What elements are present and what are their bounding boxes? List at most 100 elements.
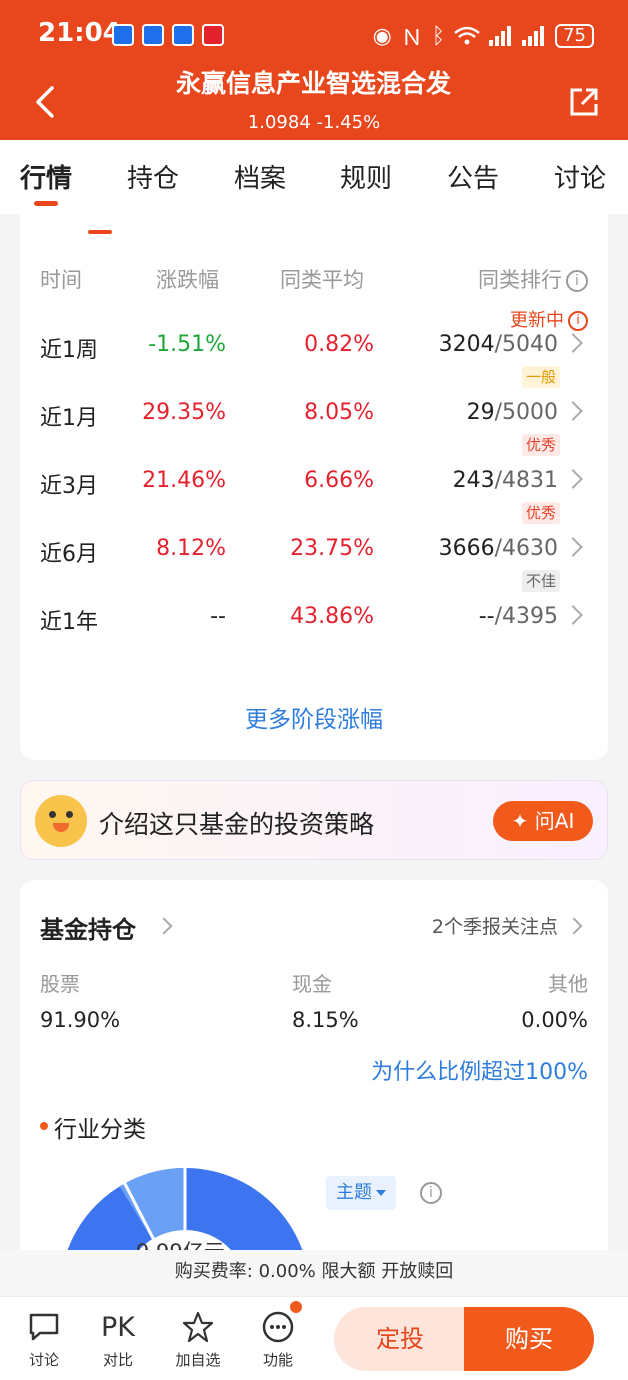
column-header-rank[interactable]: 同类排行 i <box>478 264 588 294</box>
rating-badge: 不佳 <box>521 570 560 592</box>
row-period: 近3月 <box>40 474 98 499</box>
ask-ai-button[interactable]: ✦ 问AI <box>493 801 593 841</box>
app-header: 21:04 ◉ Ｎ ᛒ 75 永赢信息产业智选混合发 1.0984 -1.45% <box>0 0 628 140</box>
theme-dropdown[interactable]: 主题 <box>326 1176 396 1210</box>
buy-button[interactable]: 购买 <box>464 1307 594 1371</box>
rank-total: /4630 <box>494 536 558 561</box>
rank-value: 29 <box>466 400 495 425</box>
row-change: -1.51% <box>148 332 226 357</box>
info-icon[interactable]: i <box>568 311 588 331</box>
why-over-100-link[interactable]: 为什么比例超过100% <box>371 1054 588 1086</box>
row-period: 近1年 <box>40 610 98 635</box>
share-icon[interactable] <box>568 86 600 118</box>
column-header-change: 涨跌幅 <box>156 268 219 292</box>
chevron-right-icon[interactable] <box>565 917 583 935</box>
purchase-fee-bar: 购买费率: 0.00% 限大额 开放赎回 <box>0 1250 628 1296</box>
tab-holdings[interactable]: 持仓 <box>127 158 179 195</box>
bluetooth-icon: ᛒ <box>431 23 446 49</box>
compare-label: 对比 <box>102 1351 133 1369</box>
sip-button[interactable]: 定投 <box>334 1307 466 1371</box>
rating-badge: 优秀 <box>521 434 560 456</box>
row-change: 21.46% <box>142 468 226 493</box>
row-change: 29.35% <box>142 400 226 425</box>
table-row[interactable]: 近6月 8.12% 23.75% 3666/4630 不佳 <box>20 536 608 604</box>
table-row[interactable]: 近1周 -1.51% 0.82% 3204/5040 一般 <box>20 332 608 400</box>
row-rank: --/4395 <box>479 604 558 629</box>
fund-nav: 1.0984 -1.45% <box>247 112 381 133</box>
chevron-right-icon <box>563 469 583 489</box>
info-icon[interactable]: i <box>566 270 588 292</box>
rank-value: 243 <box>452 468 495 493</box>
column-header-rank-label: 同类排行 <box>478 268 562 292</box>
rank-value: 3666 <box>438 536 495 561</box>
ai-strategy-card[interactable]: 介绍这只基金的投资策略 ✦ 问AI <box>20 780 608 860</box>
app-notification-icon <box>172 24 194 46</box>
notification-dot <box>290 1301 302 1313</box>
status-time: 21:04 <box>38 18 121 48</box>
tab-announcements[interactable]: 公告 <box>447 158 499 195</box>
holdings-title[interactable]: 基金持仓 <box>40 910 136 945</box>
quarter-report-link[interactable]: 2个季报关注点 <box>432 912 558 939</box>
signal-icon <box>522 26 545 46</box>
bottom-action-bar: 讨论 PK 对比 加自选 功能 定投 购买 <box>0 1296 628 1380</box>
chevron-right-icon <box>563 605 583 625</box>
more-icon <box>248 1307 308 1347</box>
ask-ai-label: 问AI <box>534 809 575 833</box>
row-average: 23.75% <box>290 536 374 561</box>
allocation-label-other: 其他 <box>548 972 588 996</box>
caret-down-icon <box>376 1190 386 1196</box>
tab-indicator <box>34 201 58 206</box>
nfc-icon: Ｎ <box>400 26 423 51</box>
functions-button[interactable]: 功能 <box>248 1301 308 1370</box>
eye-icon: ◉ <box>372 23 392 49</box>
compare-button[interactable]: PK 对比 <box>88 1307 148 1370</box>
updating-status[interactable]: 更新中 i <box>510 306 588 332</box>
bullet-dot <box>40 1122 48 1130</box>
table-row[interactable]: 近3月 21.46% 6.66% 243/4831 优秀 <box>20 468 608 536</box>
table-row[interactable]: 近1月 29.35% 8.05% 29/5000 优秀 <box>20 400 608 468</box>
subtab-indicator <box>88 230 112 234</box>
ai-prompt-text: 介绍这只基金的投资策略 <box>99 810 375 839</box>
rank-total: /4395 <box>494 604 558 629</box>
add-watchlist-button[interactable]: 加自选 <box>168 1307 228 1370</box>
sparkle-icon: ✦ <box>511 809 529 833</box>
tab-market[interactable]: 行情 <box>20 158 72 195</box>
info-icon[interactable]: i <box>420 1182 442 1204</box>
row-average: 8.05% <box>304 400 374 425</box>
row-period: 近1月 <box>40 406 98 431</box>
rank-total: /5040 <box>494 332 558 357</box>
allocation-label-cash: 现金 <box>292 972 332 996</box>
row-average: 6.66% <box>304 468 374 493</box>
more-periods-link[interactable]: 更多阶段涨幅 <box>20 700 608 734</box>
chevron-right-icon[interactable] <box>155 917 173 935</box>
add-watchlist-label: 加自选 <box>175 1351 221 1369</box>
tab-profile[interactable]: 档案 <box>234 158 286 195</box>
chat-icon <box>14 1307 74 1347</box>
functions-label: 功能 <box>262 1351 293 1369</box>
app-notification-icon <box>112 24 134 46</box>
mascot-icon <box>35 795 87 847</box>
wifi-icon <box>454 26 480 45</box>
updating-label: 更新中 <box>510 310 564 331</box>
discussion-label: 讨论 <box>28 1351 59 1369</box>
rating-badge: 优秀 <box>521 502 560 524</box>
chevron-right-icon <box>563 537 583 557</box>
rank-total: /5000 <box>494 400 558 425</box>
rank-value: 3204 <box>438 332 495 357</box>
discussion-button[interactable]: 讨论 <box>14 1307 74 1370</box>
allocation-label-stock: 股票 <box>40 972 80 996</box>
chevron-right-icon <box>563 333 583 353</box>
tab-rules[interactable]: 规则 <box>340 158 392 195</box>
allocation-value-other: 0.00% <box>521 1008 588 1032</box>
status-bar: 21:04 ◉ Ｎ ᛒ 75 <box>0 0 628 58</box>
battery-indicator: 75 <box>555 24 594 48</box>
pk-icon: PK <box>101 1311 135 1343</box>
row-rank: 29/5000 <box>467 400 558 425</box>
table-row[interactable]: 近1年 -- 43.86% --/4395 <box>20 604 608 672</box>
column-header-period: 时间 <box>40 268 82 292</box>
allocation-value-stock: 91.90% <box>40 1008 121 1032</box>
column-header-average: 同类平均 <box>280 268 364 292</box>
row-change: 8.12% <box>156 536 226 561</box>
tab-discussion[interactable]: 讨论 <box>554 158 606 195</box>
row-rank: 243/4831 <box>453 468 558 493</box>
